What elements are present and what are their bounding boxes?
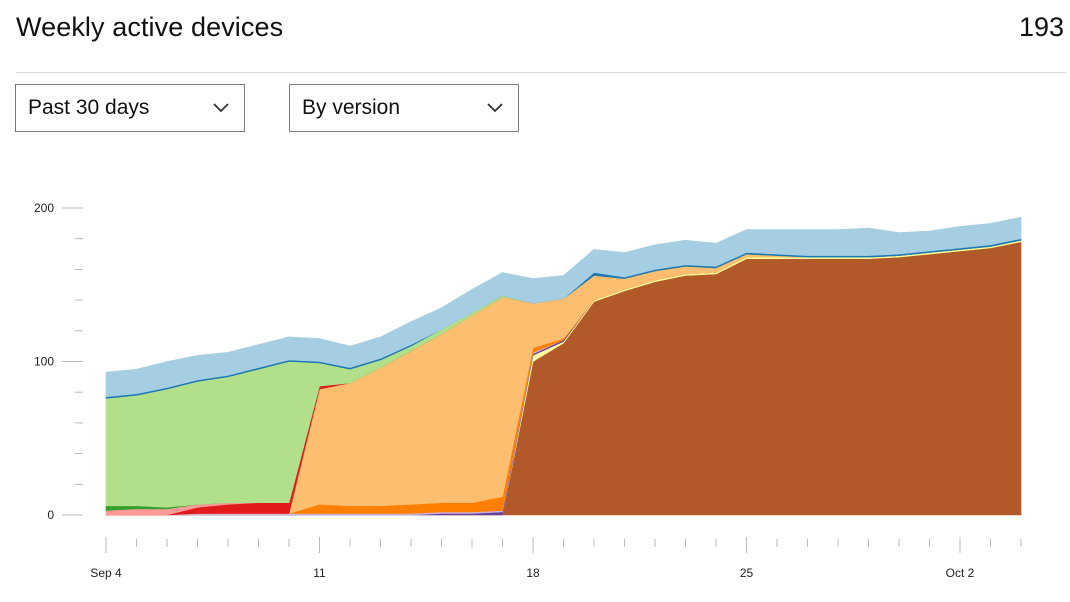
- chevron-down-icon: [487, 103, 503, 113]
- time-range-select[interactable]: Past 30 days: [15, 84, 245, 132]
- chevron-down-icon: [213, 103, 229, 113]
- divider: [16, 72, 1066, 73]
- weekly-active-devices-panel: Weekly active devices 193 Past 30 days B…: [0, 0, 1070, 602]
- stacked-area-chart: 0 100 200 Sep 4 11 18 25 Oct 2: [34, 201, 1022, 580]
- page-title: Weekly active devices: [16, 12, 284, 42]
- x-tick-label: 11: [313, 566, 326, 580]
- y-tick-label: 200: [34, 201, 54, 215]
- y-tick-label: 100: [34, 355, 54, 369]
- x-tick-label: 25: [740, 566, 754, 580]
- total-count: 193: [1018, 12, 1064, 42]
- x-tick-label: Oct 2: [946, 566, 975, 580]
- x-tick-label: 18: [526, 566, 540, 580]
- y-tick-label: 0: [47, 508, 54, 522]
- group-by-value: By version: [302, 96, 401, 119]
- time-range-value: Past 30 days: [28, 96, 150, 119]
- group-by-select[interactable]: By version: [289, 84, 519, 132]
- x-tick-label: Sep 4: [90, 566, 122, 580]
